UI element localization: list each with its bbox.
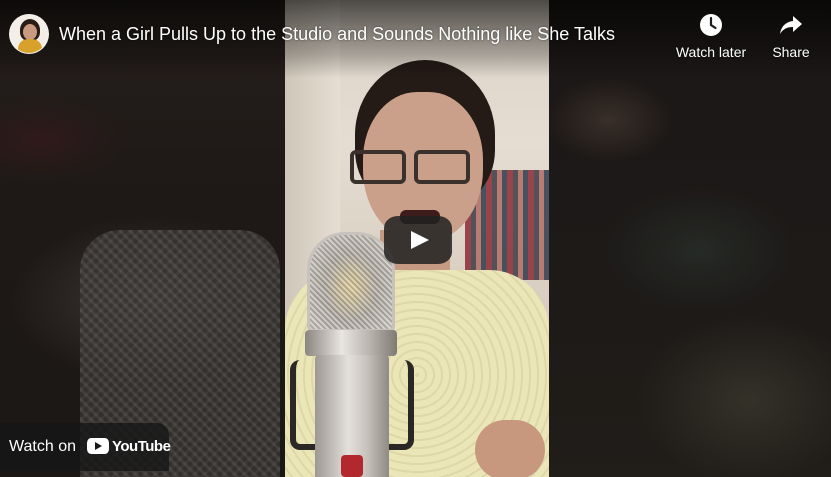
watch-later-button[interactable]: Watch later [671, 12, 751, 61]
youtube-play-icon [87, 438, 109, 454]
hand [475, 420, 545, 477]
youtube-wordmark: YouTube [112, 438, 171, 455]
watch-on-youtube-button[interactable]: Watch on YouTube [0, 423, 171, 471]
play-icon [411, 231, 429, 249]
clock-icon [698, 12, 724, 38]
channel-avatar-icon[interactable] [9, 14, 49, 54]
share-arrow-icon [778, 12, 804, 38]
youtube-logo-icon: YouTube [87, 437, 171, 457]
glasses [350, 150, 475, 186]
microphone-head [307, 232, 395, 332]
video-title[interactable]: When a Girl Pulls Up to the Studio and S… [59, 23, 615, 45]
top-bar: When a Girl Pulls Up to the Studio and S… [0, 0, 831, 78]
watch-on-label: Watch on [9, 438, 76, 455]
microphone-ring [305, 330, 397, 356]
share-label: Share [772, 44, 810, 60]
watch-later-label: Watch later [675, 44, 747, 60]
microphone-logo [341, 455, 363, 477]
video-player[interactable]: When a Girl Pulls Up to the Studio and S… [0, 0, 831, 477]
play-button[interactable] [384, 216, 452, 264]
share-button[interactable]: Share [751, 12, 831, 61]
